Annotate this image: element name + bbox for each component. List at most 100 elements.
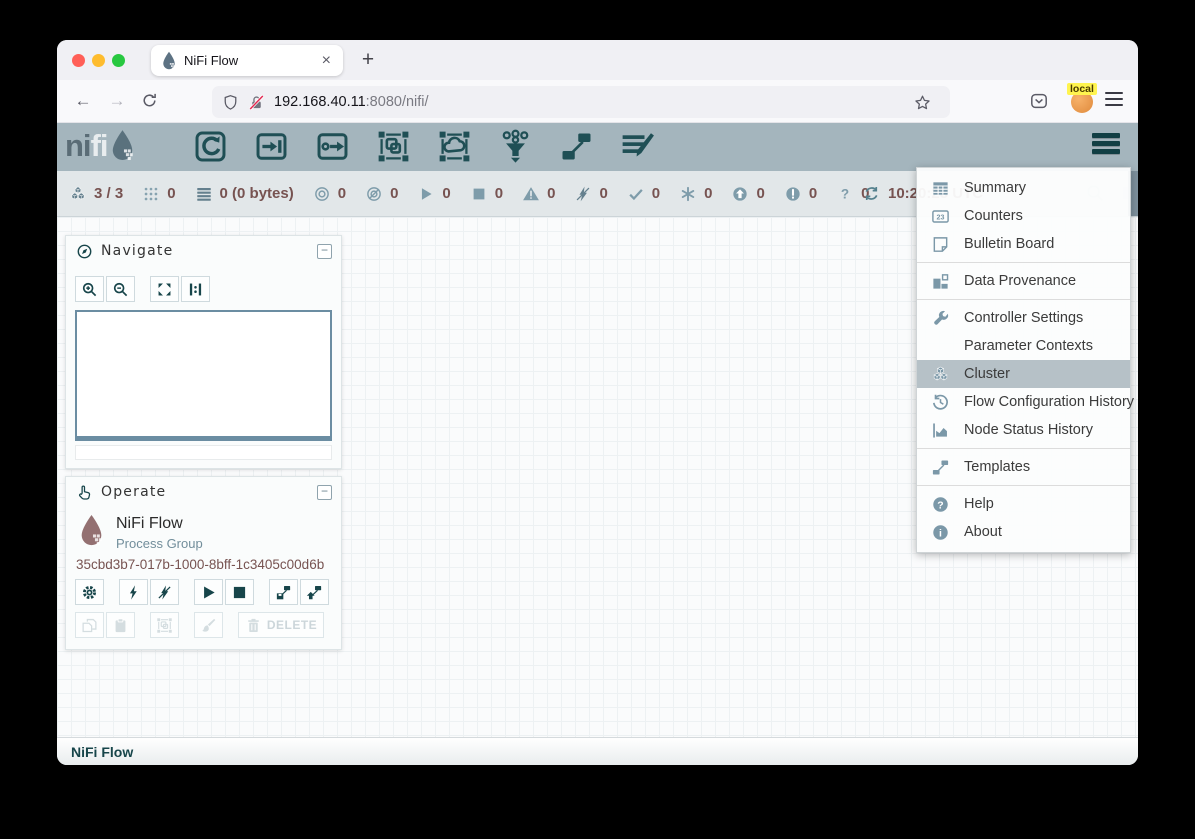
menu-item-summary[interactable]: Summary: [917, 174, 1130, 202]
birdseye-view[interactable]: [75, 310, 332, 441]
browser-menu-button[interactable]: [1105, 92, 1123, 108]
bookmark-star-icon[interactable]: [914, 94, 931, 111]
menu-item-counters[interactable]: 23Counters: [917, 202, 1130, 230]
zoom-actual-size-button[interactable]: [181, 276, 210, 302]
trash-icon: [245, 617, 262, 634]
menu-item-controller-settings[interactable]: Controller Settings: [917, 304, 1130, 332]
status-not-transmitting-remote-process-groups-value: 0: [390, 185, 398, 202]
template-icon[interactable]: [559, 129, 594, 164]
process-group-icon[interactable]: [376, 129, 411, 164]
back-button[interactable]: ←: [71, 89, 95, 113]
zoom-fit-button[interactable]: [150, 276, 179, 302]
close-window-button[interactable]: [72, 54, 85, 67]
output-port-icon[interactable]: [315, 129, 350, 164]
status-stopped-components-value: 0: [495, 185, 503, 202]
status-transmitting-remote-process-groups: 0: [313, 185, 346, 203]
menu-item-templates[interactable]: Templates: [917, 453, 1130, 481]
play-icon: [200, 584, 217, 601]
forward-button[interactable]: →: [105, 89, 129, 113]
menu-item-label: Summary: [964, 180, 1026, 196]
invalid-icon: [522, 185, 540, 203]
queue-icon: [195, 185, 213, 203]
upload-template-button[interactable]: [300, 579, 329, 605]
url-text[interactable]: 192.168.40.11:8080/nifi/: [274, 94, 914, 110]
remote-process-group-icon[interactable]: [437, 129, 472, 164]
minimize-window-button[interactable]: [92, 54, 105, 67]
profile-button[interactable]: local: [1067, 85, 1099, 117]
global-menu-button[interactable]: [1092, 133, 1120, 157]
operate-panel-header: Operate −: [66, 477, 341, 507]
help-icon: ?: [931, 495, 950, 514]
new-tab-button[interactable]: +: [354, 46, 382, 74]
browser-tab[interactable]: NiFi Flow ×: [151, 45, 343, 76]
operate-panel: Operate − NiFi Flow Process Group 35cbd3…: [65, 476, 342, 650]
stop-button[interactable]: [225, 579, 254, 605]
shield-icon[interactable]: [222, 94, 239, 111]
menu-item-node-status-history[interactable]: Node Status History: [917, 416, 1130, 444]
input-port-icon[interactable]: [254, 129, 289, 164]
funnel-icon[interactable]: [498, 129, 533, 164]
menu-item-cluster[interactable]: Cluster: [917, 360, 1130, 388]
url-bar[interactable]: 192.168.40.11:8080/nifi/: [212, 86, 950, 118]
node-status-icon: [931, 421, 950, 440]
start-button[interactable]: [194, 579, 223, 605]
status-total-queued-value: 0 (0 bytes): [220, 185, 294, 202]
menu-item-flow-configuration-history[interactable]: Flow Configuration History: [917, 388, 1130, 416]
status-up-to-date-versioned-process-groups-value: 0: [652, 185, 660, 202]
menu-item-help[interactable]: ?Help: [917, 490, 1130, 518]
disable-button[interactable]: [150, 579, 179, 605]
pocket-icon[interactable]: [1029, 91, 1049, 111]
status-connected-nodes-value: 3 / 3: [94, 185, 123, 202]
transmitting-icon: [313, 185, 331, 203]
menu-item-label: Templates: [964, 459, 1030, 475]
maximize-window-button[interactable]: [112, 54, 125, 67]
wrench-icon: [931, 309, 950, 328]
cluster-icon: [69, 185, 87, 203]
menu-item-about[interactable]: iAbout: [917, 518, 1130, 546]
svg-text:i: i: [939, 528, 942, 539]
flow-type: Process Group: [116, 536, 203, 551]
provenance-icon: [931, 272, 950, 291]
save-template-button[interactable]: [269, 579, 298, 605]
refresh-icon[interactable]: [863, 185, 880, 202]
breadcrumb-root[interactable]: NiFi Flow: [71, 744, 133, 760]
gear-icon: [81, 584, 98, 601]
reload-button[interactable]: [141, 92, 158, 109]
menu-item-bulletin-board[interactable]: Bulletin Board: [917, 230, 1130, 258]
zoom-in-button[interactable]: [75, 276, 104, 302]
menu-item-data-provenance[interactable]: Data Provenance: [917, 267, 1130, 295]
bolt-off-icon: [574, 185, 592, 203]
menu-item-label: Flow Configuration History: [964, 394, 1134, 410]
menu-item-parameter-contexts[interactable]: Parameter Contexts: [917, 332, 1130, 360]
question-icon: ?: [836, 185, 854, 203]
status-running-components: 0: [417, 185, 450, 203]
browser-navbar: ← → 192.168.40.11:8080/nifi/ local: [57, 80, 1138, 123]
menu-item-label: Controller Settings: [964, 310, 1083, 326]
collapse-operate-button[interactable]: −: [317, 485, 332, 500]
zoom-actual-icon: [187, 281, 204, 298]
tab-title: NiFi Flow: [184, 53, 320, 68]
profile-label: local: [1067, 83, 1097, 95]
zoom-fit-icon: [156, 281, 173, 298]
collapse-navigate-button[interactable]: −: [317, 244, 332, 259]
enable-button[interactable]: [119, 579, 148, 605]
component-toolbar: [193, 129, 655, 164]
birdseye-brush[interactable]: [75, 445, 332, 460]
process-group-drop-icon: [78, 513, 105, 549]
insecure-lock-icon[interactable]: [248, 94, 265, 111]
nifi-header: nifi: [57, 123, 1138, 171]
menu-item-label: Parameter Contexts: [964, 338, 1093, 354]
configuration-button[interactable]: [75, 579, 104, 605]
history-icon: [931, 393, 950, 412]
svg-text:?: ?: [841, 186, 849, 201]
breadcrumb-bar: NiFi Flow: [57, 737, 1138, 765]
close-tab-icon[interactable]: ×: [320, 52, 333, 70]
navigate-panel-header: Navigate −: [66, 236, 341, 266]
menu-item-label: Node Status History: [964, 422, 1093, 438]
processor-icon[interactable]: [193, 129, 228, 164]
zoom-out-button[interactable]: [106, 276, 135, 302]
running-icon: [417, 185, 435, 203]
summary-icon: [931, 179, 950, 198]
label-icon[interactable]: [620, 129, 655, 164]
bulletin-icon: [931, 235, 950, 254]
